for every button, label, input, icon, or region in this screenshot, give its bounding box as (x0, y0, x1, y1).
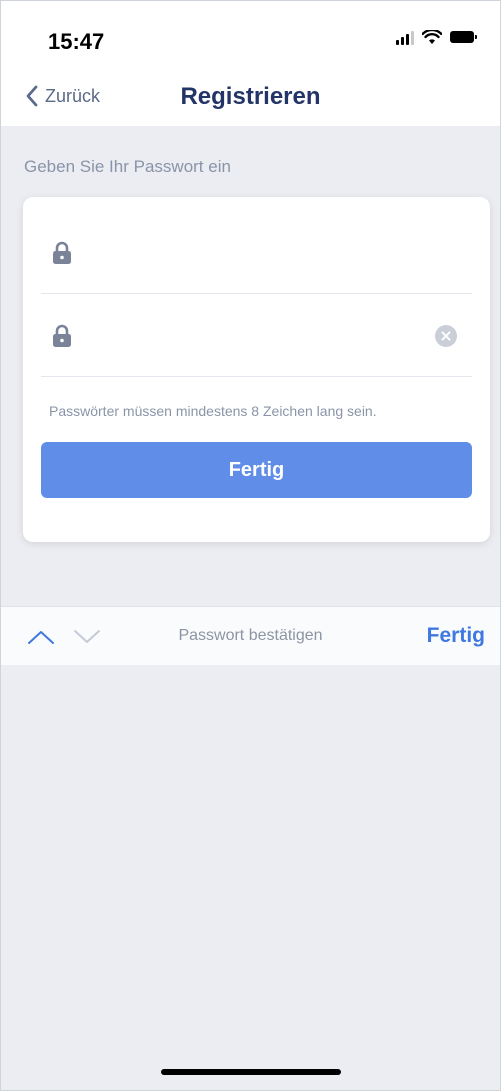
wifi-icon (422, 29, 442, 44)
clear-icon[interactable] (435, 325, 457, 347)
lock-icon (53, 241, 71, 264)
submit-button[interactable]: Fertig (41, 442, 472, 498)
cellular-signal-icon (396, 29, 414, 45)
top-bar: 15:47 Zurück Registrieren (1, 1, 500, 126)
page-title: Registrieren (180, 83, 321, 110)
password-hint: Passwörter müssen mindestens 8 Zeichen l… (49, 403, 377, 419)
status-icons (396, 29, 477, 45)
home-indicator (160, 1069, 341, 1075)
accessory-title: Passwort bestätigen (178, 627, 323, 644)
phone-screen: 15:47 Zurück Registrieren Geben Sie Ihr … (0, 0, 501, 1091)
lock-icon (53, 324, 71, 347)
password-card: Passwörter müssen mindestens 8 Zeichen l… (23, 197, 490, 542)
confirm-password-field[interactable] (41, 294, 472, 377)
done-button[interactable]: Fertig (427, 624, 485, 648)
section-label: Geben Sie Ihr Passwort ein (24, 157, 231, 176)
password-field[interactable] (41, 211, 472, 294)
keyboard-accessory-bar: Passwort bestätigen Fertig (1, 606, 500, 665)
status-time: 15:47 (48, 29, 105, 54)
battery-icon (450, 31, 477, 43)
